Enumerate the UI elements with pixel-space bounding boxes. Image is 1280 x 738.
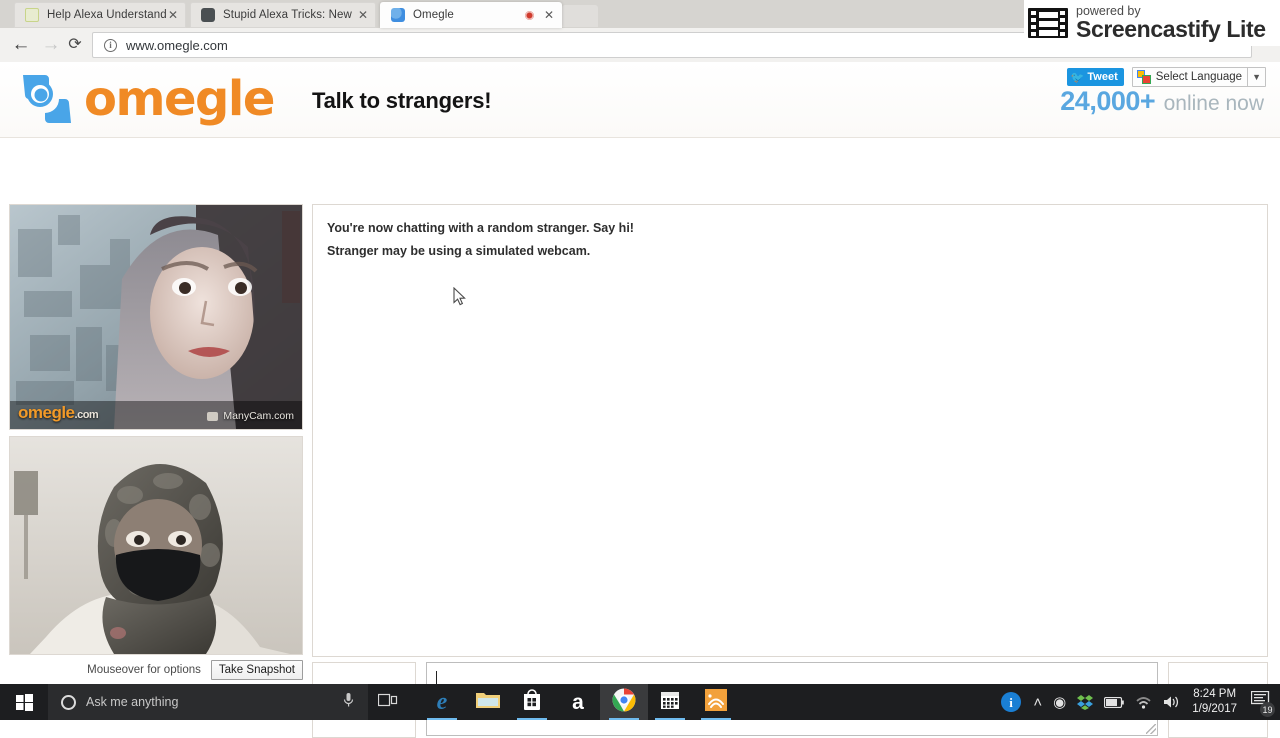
chevron-down-icon[interactable]: ▼	[1247, 68, 1265, 86]
chart-favicon	[25, 8, 39, 22]
language-selector-label: Select Language	[1155, 71, 1243, 83]
browser-tab-1[interactable]: Help Alexa Understand ✕	[14, 2, 186, 28]
video-column: omegle.com ManyCam.com Mouseover for opt…	[9, 204, 303, 680]
mouse-cursor	[453, 286, 466, 306]
omegle-logo-icon	[18, 70, 76, 128]
clock-date: 1/9/2017	[1192, 703, 1237, 715]
page-tagline: Talk to strangers!	[312, 88, 492, 113]
task-view-icon[interactable]	[377, 693, 398, 714]
omegle-watermark-brand: omegle	[18, 403, 75, 422]
film-strip-icon	[1028, 8, 1068, 38]
screencastify-product-name: Screencastify Lite	[1076, 16, 1266, 43]
close-icon[interactable]: ✕	[544, 9, 554, 21]
audible-icon	[705, 688, 727, 716]
cortana-icon	[61, 694, 76, 710]
reload-button[interactable]: ⟳	[64, 34, 86, 56]
battery-icon[interactable]	[1104, 696, 1125, 708]
clock-time: 8:24 PM	[1193, 688, 1237, 700]
taskbar-app-microsoft-store[interactable]	[508, 684, 556, 720]
chrome-icon	[612, 688, 636, 717]
new-tab-button[interactable]	[562, 5, 598, 27]
close-icon[interactable]: ✕	[358, 9, 368, 21]
close-icon[interactable]: ✕	[168, 9, 178, 21]
system-tray: i ˄ ◉ 8:24 PM 1/9/2017 19	[989, 684, 1280, 720]
amazon-icon: a	[572, 690, 584, 714]
omegle-logo-text: omegle	[84, 71, 275, 127]
taskbar-app-google-chrome[interactable]	[600, 684, 648, 720]
tweet-button-label: Tweet	[1087, 71, 1118, 83]
tab-title: Omegle	[413, 9, 454, 21]
tab-title: Stupid Alexa Tricks: New	[223, 9, 352, 21]
omegle-logo[interactable]: omegle	[18, 70, 275, 128]
online-count-label: online now	[1163, 92, 1264, 115]
manycam-watermark: ManyCam.com	[207, 410, 294, 422]
tweet-button[interactable]: 🐦 Tweet	[1066, 68, 1124, 86]
chat-message: You're now chatting with a random strang…	[327, 221, 634, 235]
address-bar-url: www.omegle.com	[126, 37, 228, 53]
manycam-watermark-label: ManyCam.com	[223, 410, 294, 422]
taskbar-clock[interactable]: 8:24 PM 1/9/2017	[1192, 688, 1237, 716]
take-snapshot-button[interactable]: Take Snapshot	[210, 660, 303, 680]
wifi-icon[interactable]	[1135, 696, 1152, 709]
back-button[interactable]: ←	[10, 34, 32, 56]
screencastify-watermark: powered by Screencastify Lite	[1024, 0, 1280, 46]
browser-chrome: Help Alexa Understand ✕ Stupid Alexa Tri…	[0, 0, 1280, 80]
taskbar-app-file-explorer[interactable]	[464, 684, 512, 720]
chat-log[interactable]: You're now chatting with a random strang…	[312, 204, 1268, 657]
notification-count-badge: 19	[1260, 702, 1275, 717]
chat-message: Stranger may be using a simulated webcam…	[327, 244, 591, 258]
twitter-bird-icon: 🐦	[1070, 71, 1085, 84]
taskbar-app-amazon[interactable]: a	[554, 684, 602, 720]
dropbox-sync-icon[interactable]: i	[1000, 691, 1022, 713]
omegle-header: omegle Talk to strangers! 🐦 Tweet Select…	[0, 62, 1280, 138]
site-info-icon[interactable]: i	[104, 38, 117, 52]
video-tools: Mouseover for options Take Snapshot	[9, 660, 303, 680]
mouseover-options-label: Mouseover for options	[87, 664, 201, 676]
action-center-button[interactable]: 19	[1250, 690, 1275, 717]
page-content: omegle Talk to strangers! 🐦 Tweet Select…	[0, 62, 1280, 738]
volume-icon[interactable]	[1163, 695, 1180, 709]
resize-handle[interactable]	[1146, 724, 1156, 734]
stranger-video[interactable]: omegle.com ManyCam.com	[9, 204, 303, 430]
forward-button[interactable]: →	[40, 34, 62, 56]
recording-indicator-icon	[524, 10, 534, 20]
show-hidden-icons-chevron-icon[interactable]: ˄	[1033, 694, 1042, 711]
cortana-placeholder: Ask me anything	[86, 695, 179, 709]
webcam-icon	[207, 411, 219, 421]
browser-tab-2[interactable]: Stupid Alexa Tricks: New ✕	[190, 2, 376, 28]
omegle-watermark-tld: .com	[74, 409, 99, 421]
windows-start-icon[interactable]	[6, 690, 42, 714]
recording-tray-icon[interactable]: ◉	[1053, 693, 1066, 711]
omegle-favicon	[391, 8, 405, 22]
language-selector[interactable]: Select Language ▼	[1131, 67, 1266, 87]
dropbox-icon[interactable]	[1077, 694, 1094, 710]
taskbar-app-edge[interactable]: e	[418, 684, 466, 720]
header-utilities: 🐦 Tweet Select Language ▼	[1066, 67, 1266, 87]
google-translate-icon	[1136, 70, 1151, 84]
windows-taskbar: Ask me anything e a i ˄ ◉ 8:24 PM 1/9/20…	[0, 684, 1280, 720]
online-count-value: 24,000+	[1060, 86, 1156, 116]
folder-icon	[476, 690, 500, 714]
svg-text:i: i	[1010, 695, 1014, 710]
taskbar-app-calendar[interactable]	[646, 684, 694, 720]
online-counter: 24,000+ online now	[1060, 86, 1264, 117]
self-video[interactable]	[9, 436, 303, 655]
edge-icon: e	[436, 688, 448, 715]
dark-circle-favicon	[201, 8, 215, 22]
taskbar-app-audible[interactable]	[692, 684, 740, 720]
tab-title: Help Alexa Understand	[47, 9, 167, 21]
omegle-video-watermark: omegle.com	[18, 403, 99, 423]
browser-tab-3-active[interactable]: Omegle ✕	[380, 2, 562, 28]
microphone-icon[interactable]	[343, 692, 354, 713]
calendar-icon	[660, 690, 680, 715]
store-bag-icon	[522, 689, 542, 715]
cortana-search-box[interactable]: Ask me anything	[48, 684, 368, 720]
